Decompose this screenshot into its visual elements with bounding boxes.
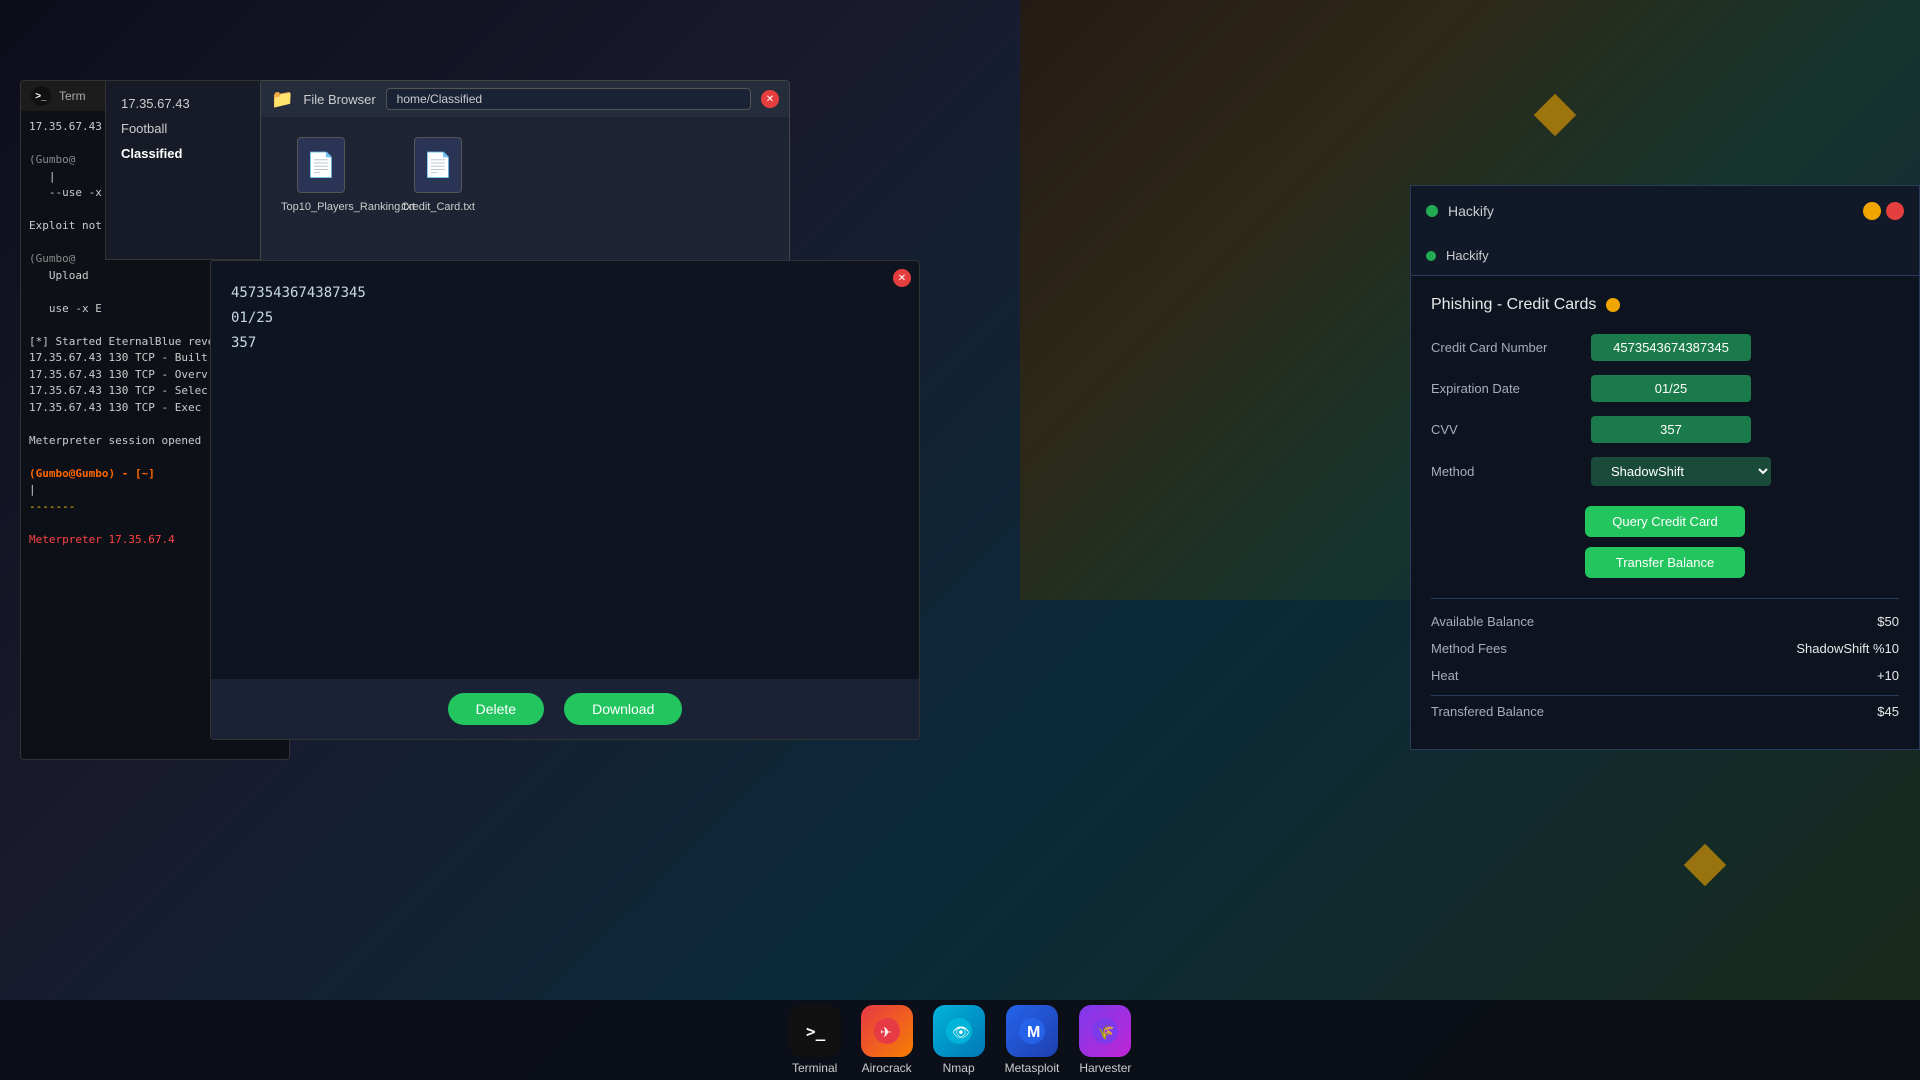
result-section: Available Balance $50 Method Fees Shadow… bbox=[1431, 598, 1899, 719]
method-row: Method ShadowShift DirectTransfer bbox=[1431, 457, 1899, 486]
sidebar-item-football[interactable]: Football bbox=[106, 116, 264, 141]
taskbar-icon-nmap: 👁 bbox=[933, 1005, 985, 1057]
taskbar-item-nmap[interactable]: 👁 Nmap bbox=[933, 1005, 985, 1075]
delete-button[interactable]: Delete bbox=[448, 693, 544, 725]
phishing-status-dot bbox=[1606, 298, 1620, 312]
method-fees-label: Method Fees bbox=[1431, 641, 1507, 656]
file-icon-top10: 📄 bbox=[297, 137, 345, 193]
text-line-cvv: 357 bbox=[231, 331, 899, 356]
hackify-submenu-title: Hackify bbox=[1446, 248, 1489, 263]
svg-text:🌾: 🌾 bbox=[1097, 1024, 1114, 1040]
available-balance-value: $50 bbox=[1877, 614, 1899, 629]
expiration-value: 01/25 bbox=[1591, 375, 1751, 402]
path-bar[interactable]: home/Classified bbox=[386, 88, 751, 110]
file-item-creditcard[interactable]: 📄 Credit_Card.txt bbox=[401, 137, 475, 213]
taskbar-icon-harvester: 🌾 bbox=[1079, 1005, 1131, 1057]
taskbar: >_ Terminal ✈ Airocrack 👁 Nmap bbox=[0, 1000, 1920, 1080]
terminal-title-back: Term bbox=[59, 89, 86, 103]
hackify-window-title: Hackify bbox=[1448, 203, 1494, 219]
cvv-label: CVV bbox=[1431, 422, 1591, 437]
hackify-submenu: Hackify bbox=[1411, 236, 1919, 276]
method-label: Method bbox=[1431, 464, 1591, 479]
method-fees-row: Method Fees ShadowShift %10 bbox=[1431, 641, 1899, 656]
folder-icon: 📁 bbox=[271, 89, 293, 110]
taskbar-icon-airocrack: ✈ bbox=[861, 1005, 913, 1057]
taskbar-icon-terminal: >_ bbox=[789, 1005, 841, 1057]
file-browser-close-btn[interactable]: ✕ bbox=[761, 90, 779, 108]
query-credit-card-button[interactable]: Query Credit Card bbox=[1585, 506, 1745, 537]
transferred-label: Transfered Balance bbox=[1431, 704, 1544, 719]
available-balance-label: Available Balance bbox=[1431, 614, 1534, 629]
credit-card-row: Credit Card Number 4573543674387345 bbox=[1431, 334, 1899, 361]
expiration-label: Expiration Date bbox=[1431, 381, 1591, 396]
file-browser-titlebar: 📁 File Browser home/Classified ✕ bbox=[261, 81, 789, 117]
text-viewer-window: 4573543674387345 01/25 357 Delete Downlo… bbox=[210, 260, 920, 740]
result-divider bbox=[1431, 695, 1899, 696]
text-line-expiry: 01/25 bbox=[231, 306, 899, 331]
svg-text:👁: 👁 bbox=[952, 1024, 970, 1040]
taskbar-icon-metasploit: M bbox=[1006, 1005, 1058, 1057]
method-select[interactable]: ShadowShift DirectTransfer bbox=[1591, 457, 1771, 486]
sidebar-item-ip[interactable]: 17.35.67.43 bbox=[106, 91, 264, 116]
cvv-value: 357 bbox=[1591, 416, 1751, 443]
taskbar-item-airocrack[interactable]: ✈ Airocrack bbox=[861, 1005, 913, 1075]
available-balance-row: Available Balance $50 bbox=[1431, 614, 1899, 629]
file-browser-title: File Browser bbox=[303, 92, 375, 107]
file-item-top10[interactable]: 📄 Top10_Players_Ranking.txt bbox=[281, 137, 361, 213]
expiration-row: Expiration Date 01/25 bbox=[1431, 375, 1899, 402]
hackify-minimize-btn[interactable] bbox=[1863, 202, 1881, 220]
taskbar-label-harvester: Harvester bbox=[1079, 1061, 1131, 1075]
taskbar-item-terminal[interactable]: >_ Terminal bbox=[789, 1005, 841, 1075]
credit-card-value: 4573543674387345 bbox=[1591, 334, 1751, 361]
action-buttons: Query Credit Card Transfer Balance bbox=[1431, 506, 1899, 578]
sidebar-item-classified[interactable]: Classified bbox=[106, 141, 264, 166]
hackify-submenu-dot bbox=[1426, 251, 1436, 261]
hackify-controls bbox=[1863, 202, 1904, 220]
svg-text:✈: ✈ bbox=[880, 1024, 892, 1040]
file-name-top10: Top10_Players_Ranking.txt bbox=[281, 201, 361, 213]
heat-label: Heat bbox=[1431, 668, 1458, 683]
download-button[interactable]: Download bbox=[564, 693, 682, 725]
transferred-value: $45 bbox=[1877, 704, 1899, 719]
transferred-row: Transfered Balance $45 bbox=[1431, 704, 1899, 719]
taskbar-item-harvester[interactable]: 🌾 Harvester bbox=[1079, 1005, 1131, 1075]
folder-sidebar: 17.35.67.43 Football Classified bbox=[105, 80, 265, 260]
phishing-title: Phishing - Credit Cards bbox=[1431, 296, 1596, 314]
taskbar-label-airocrack: Airocrack bbox=[862, 1061, 912, 1075]
file-browser-window: 📁 File Browser home/Classified ✕ 📄 Top10… bbox=[260, 80, 790, 280]
file-browser-body: 📄 Top10_Players_Ranking.txt 📄 Credit_Car… bbox=[261, 117, 789, 233]
phishing-panel: Phishing - Credit Cards Credit Card Numb… bbox=[1411, 276, 1919, 751]
svg-text:>_: >_ bbox=[806, 1022, 826, 1041]
method-fees-value: ShadowShift %10 bbox=[1796, 641, 1899, 656]
text-viewer-close-btn[interactable]: ✕ bbox=[893, 269, 911, 287]
taskbar-label-terminal: Terminal bbox=[792, 1061, 837, 1075]
text-viewer-body: 4573543674387345 01/25 357 bbox=[211, 261, 919, 659]
hackify-status-dot bbox=[1426, 205, 1438, 217]
hackify-panel: Hackify Hackify Phishing - Credit Cards … bbox=[1410, 185, 1920, 750]
heat-row: Heat +10 bbox=[1431, 668, 1899, 683]
text-line-cardnumber: 4573543674387345 bbox=[231, 281, 899, 306]
file-name-creditcard: Credit_Card.txt bbox=[401, 201, 475, 213]
phishing-header: Phishing - Credit Cards bbox=[1431, 296, 1899, 314]
taskbar-item-metasploit[interactable]: M Metasploit bbox=[1005, 1005, 1060, 1075]
terminal-icon: >_ bbox=[31, 86, 51, 106]
cvv-row: CVV 357 bbox=[1431, 416, 1899, 443]
text-viewer-footer: Delete Download bbox=[211, 679, 919, 739]
file-icon-creditcard: 📄 bbox=[414, 137, 462, 193]
hackify-close-btn[interactable] bbox=[1886, 202, 1904, 220]
credit-card-label: Credit Card Number bbox=[1431, 340, 1591, 355]
svg-text:M: M bbox=[1027, 1024, 1040, 1041]
heat-value: +10 bbox=[1877, 668, 1899, 683]
taskbar-label-metasploit: Metasploit bbox=[1005, 1061, 1060, 1075]
transfer-balance-button[interactable]: Transfer Balance bbox=[1585, 547, 1745, 578]
hackify-titlebar: Hackify bbox=[1411, 186, 1919, 236]
taskbar-label-nmap: Nmap bbox=[943, 1061, 975, 1075]
